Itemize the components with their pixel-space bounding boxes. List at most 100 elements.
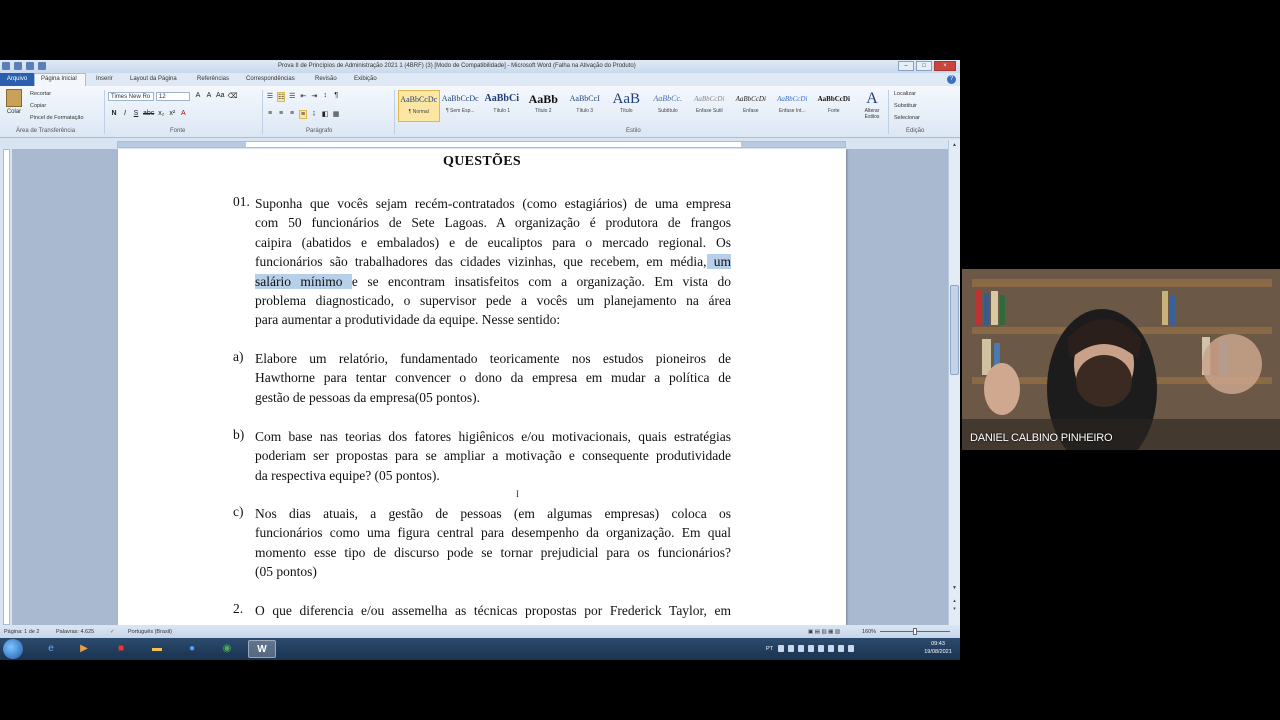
participant-video[interactable]: DANIEL CALBINO PINHEIRO [962,269,1280,450]
style-heading-3[interactable]: AaBbCcI Título 3 [564,90,606,122]
subscript-icon[interactable]: x₂ [157,110,165,117]
decrease-indent-icon[interactable]: ⇤ [299,92,307,102]
tab-home[interactable]: Página Inicial [41,76,77,82]
justify-icon[interactable]: ≡ [299,110,307,119]
style-subtle-emphasis[interactable]: AaBbCcDi Ênfase Sutil [689,90,731,122]
maximize-button[interactable]: □ [916,61,932,71]
font-color-icon[interactable]: A [179,110,187,117]
style-intense-emphasis[interactable]: AaBbCcDi Ênfase Int... [772,90,814,122]
vertical-ruler[interactable] [0,149,12,625]
tab-mailings[interactable]: Correspondências [246,76,295,82]
network-icon[interactable] [798,645,804,652]
word-count[interactable]: Palavras: 4.625 [56,629,94,635]
find-button[interactable]: Localizar [894,91,916,97]
style-strong[interactable]: AaBbCcDi Forte [813,90,855,122]
bluetooth-icon[interactable] [818,645,824,652]
copy-button[interactable]: Copiar [30,103,46,109]
style-subtitle[interactable]: AaBbCc. Subtítulo [647,90,689,122]
change-styles-button[interactable]: A Alterar Estilos [860,90,884,126]
view-buttons[interactable]: ▣ ▤ ▥ ▦ ▧ [808,629,840,635]
input-language[interactable]: PT [766,646,773,652]
flag-icon[interactable] [788,645,794,652]
help-icon[interactable]: ? [947,75,956,84]
format-painter-button[interactable]: Pincel de Formatação [30,115,84,121]
close-button[interactable]: × [934,61,956,71]
volume-icon[interactable] [838,645,844,652]
bold-icon[interactable]: N [110,110,118,117]
zoom-slider-knob[interactable] [913,628,917,635]
font-family-select[interactable]: Times New Ro [108,92,154,101]
battery-icon[interactable] [828,645,834,652]
line-spacing-icon[interactable]: ↨ [310,110,318,119]
file-explorer-icon[interactable]: ▬ [143,640,171,658]
select-button[interactable]: Selecionar [894,115,920,121]
underline-icon[interactable]: S [132,110,140,117]
style-no-spacing[interactable]: AaBbCcDc ¶ Sem Esp... [440,90,482,122]
font-size-select[interactable]: 12 [156,92,190,101]
tab-view[interactable]: Exibição [354,76,377,82]
scroll-up-icon[interactable]: ▲ [950,142,959,150]
align-right-icon[interactable]: ≡ [288,110,296,119]
horizontal-ruler[interactable] [0,140,960,149]
scroll-down-icon[interactable]: ▼ [950,585,959,593]
cut-button[interactable]: Recortar [30,91,51,97]
replace-button[interactable]: Substituir [894,103,917,109]
language-status[interactable]: Português (Brasil) [128,629,172,635]
tab-insert[interactable]: Inserir [96,76,113,82]
start-button[interactable] [3,639,23,659]
media-player-icon[interactable]: ▶ [70,640,98,658]
style-heading-2[interactable]: AaBb Título 2 [523,90,565,122]
redo-icon[interactable] [38,62,46,70]
superscript-icon[interactable]: x² [168,110,176,117]
scrollbar-thumb[interactable] [950,285,959,375]
undo-icon[interactable] [26,62,34,70]
display-icon[interactable] [848,645,854,652]
shield-icon[interactable] [808,645,814,652]
pilcrow-icon[interactable]: ¶ [332,92,340,102]
tab-review[interactable]: Revisão [315,76,337,82]
paste-button[interactable]: Colar [4,89,24,119]
italic-icon[interactable]: I [121,110,129,117]
next-page-icon[interactable]: ▾ [950,606,959,614]
chrome-icon[interactable]: ◉ [213,640,241,658]
keyboard-icon[interactable] [778,645,784,652]
previous-page-icon[interactable]: ▴ [950,598,959,606]
strikethrough-icon[interactable]: abc [143,110,154,117]
align-center-icon[interactable]: ≡ [277,110,285,119]
shading-icon[interactable]: ◧ [321,110,329,119]
borders-icon[interactable]: ▦ [332,110,340,119]
tab-page-layout[interactable]: Layout da Página [130,76,177,82]
multilevel-list-icon[interactable]: ☰ [288,92,296,102]
bullets-icon[interactable]: ☰ [266,92,274,102]
internet-explorer-icon[interactable]: e [37,640,65,658]
align-left-icon[interactable]: ≡ [266,110,274,119]
document-page[interactable]: QUESTÕES 01. Suponha que vocês sejam rec… [118,149,846,625]
zoom-level[interactable]: 160% [862,629,876,635]
proofing-icon[interactable]: ✓ [110,629,115,635]
minimize-button[interactable]: – [898,61,914,71]
style-heading-1[interactable]: AaBbCi Título 1 [481,90,523,122]
grow-font-icon[interactable]: A [194,92,202,100]
shrink-font-icon[interactable]: A [205,92,213,100]
text-line-with-selection: salário mínimo e se encontram insatisfei… [255,272,731,291]
change-case-icon[interactable]: Aa [216,92,225,100]
style-normal[interactable]: AaBbCcDc ¶ Normal [398,90,440,122]
question-text: O que diferencia e/ou assemelha as técni… [255,601,731,620]
clock[interactable]: 09:43 19/08/2021 [922,640,954,656]
tab-references[interactable]: Referências [197,76,229,82]
page-count[interactable]: Página: 1 de 2 [4,629,39,635]
sort-icon[interactable]: ↕ [321,92,329,102]
word-taskbar-icon[interactable]: W [248,640,276,658]
numbering-icon[interactable]: ☷ [277,92,286,102]
vertical-scrollbar[interactable]: ▲ ▼ ▴ ▾ [948,140,960,625]
text-line: caipira (abatidos e embalados) e de euca… [255,234,731,250]
clear-format-icon[interactable]: ⌫ [228,92,238,100]
style-emphasis[interactable]: AaBbCcDi Ênfase [730,90,772,122]
increase-indent-icon[interactable]: ⇥ [310,92,318,102]
tab-file[interactable]: Arquivo [0,73,34,86]
style-title[interactable]: AaB Título [606,90,648,122]
save-icon[interactable] [14,62,22,70]
pdf-reader-icon[interactable]: ■ [107,640,135,658]
document-area[interactable]: QUESTÕES 01. Suponha que vocês sejam rec… [12,149,948,625]
zoom-app-icon[interactable]: ● [178,640,206,658]
